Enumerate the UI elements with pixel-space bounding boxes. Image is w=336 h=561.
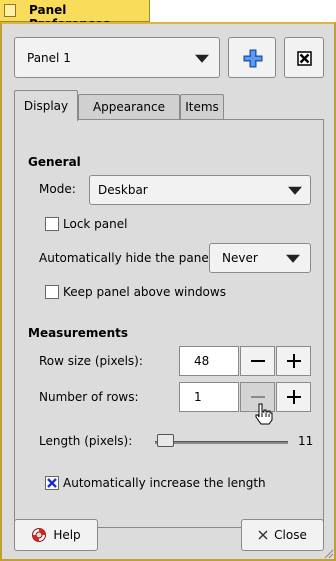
- mode-select[interactable]: Deskbar: [89, 175, 311, 205]
- rows-label: Number of rows:: [39, 390, 139, 404]
- close-button[interactable]: Close: [241, 519, 324, 551]
- row-size-decrement-button[interactable]: [240, 346, 275, 376]
- mode-label: Mode:: [39, 182, 76, 196]
- x-icon: [258, 530, 268, 540]
- length-label: Length (pixels):: [39, 434, 133, 448]
- auto-length-checkbox[interactable]: [45, 476, 59, 490]
- plus-icon: [286, 390, 301, 404]
- resize-grip-icon[interactable]: [322, 547, 334, 559]
- plus-icon: [243, 49, 263, 68]
- help-button[interactable]: Help: [14, 519, 98, 551]
- panel-select-value: Panel 1: [27, 50, 71, 65]
- display-tab-content: General Mode: Deskbar Lock panel Automat…: [14, 119, 324, 528]
- chevron-down-icon: [288, 186, 302, 195]
- row-size-field[interactable]: 48: [179, 346, 239, 376]
- chevron-down-icon: [286, 254, 300, 263]
- tab-display[interactable]: Display: [14, 90, 78, 121]
- keep-above-label: Keep panel above windows: [63, 285, 226, 299]
- add-panel-button[interactable]: [228, 37, 276, 78]
- general-heading: General: [28, 155, 81, 169]
- close-box-icon: [297, 51, 312, 66]
- length-slider-track[interactable]: [155, 441, 288, 444]
- minus-icon: [250, 360, 265, 362]
- hand-cursor-icon: [255, 403, 273, 425]
- row-size-increment-button[interactable]: [276, 346, 311, 376]
- row-size-label: Row size (pixels):: [39, 354, 143, 368]
- rows-field[interactable]: 1: [179, 382, 239, 412]
- autohide-select[interactable]: Never: [209, 243, 311, 273]
- panel-preferences-window: Panel 1 Display Appearance Items General…: [0, 22, 336, 561]
- tab-appearance[interactable]: Appearance: [78, 94, 180, 120]
- mode-select-value: Deskbar: [98, 183, 148, 197]
- auto-length-label: Automatically increase the length: [63, 476, 266, 490]
- autohide-select-value: Never: [222, 251, 258, 265]
- panel-select[interactable]: Panel 1: [14, 37, 220, 78]
- checkmark-icon: [47, 478, 57, 488]
- window-menu-icon[interactable]: [4, 4, 16, 17]
- close-label: Close: [274, 528, 307, 542]
- lock-panel-checkbox[interactable]: [45, 217, 59, 231]
- plus-icon: [286, 354, 301, 368]
- tab-items[interactable]: Items: [180, 94, 224, 120]
- remove-panel-button[interactable]: [284, 37, 324, 78]
- length-slider-thumb[interactable]: [157, 434, 174, 447]
- lifebuoy-icon: [32, 528, 47, 542]
- autohide-label: Automatically hide the panel:: [39, 251, 217, 265]
- keep-above-checkbox[interactable]: [45, 285, 59, 299]
- chevron-down-icon: [195, 54, 209, 63]
- window-title-tab[interactable]: Panel Preferences: [0, 0, 150, 31]
- length-value: 11: [298, 434, 314, 448]
- help-label: Help: [53, 528, 81, 542]
- rows-increment-button[interactable]: [276, 382, 311, 412]
- measurements-heading: Measurements: [28, 326, 128, 340]
- lock-panel-label: Lock panel: [63, 217, 128, 231]
